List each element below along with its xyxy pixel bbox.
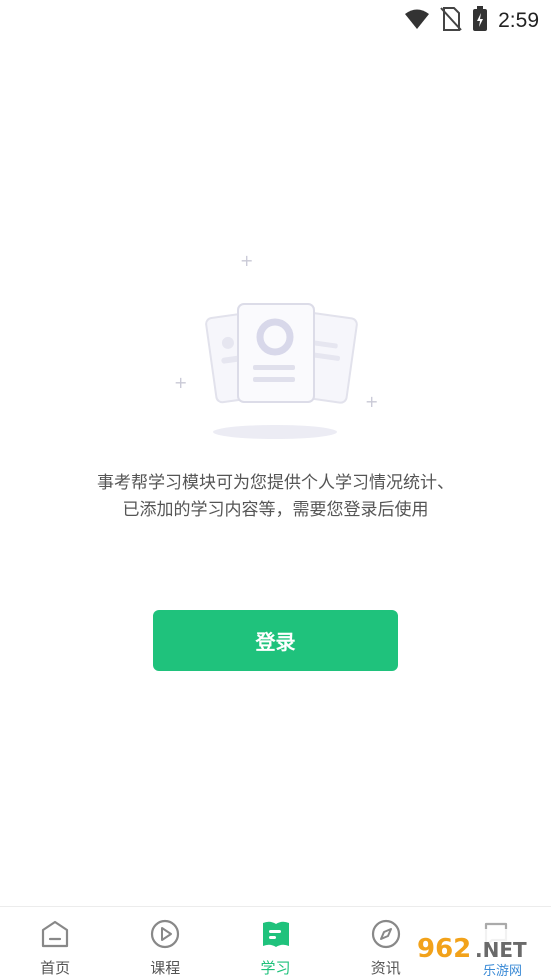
home-icon bbox=[38, 917, 72, 951]
status-time: 2:59 bbox=[498, 9, 539, 32]
battery-charging-icon bbox=[472, 6, 488, 36]
svg-text:962: 962 bbox=[417, 934, 471, 964]
no-sim-icon bbox=[440, 6, 462, 36]
compass-icon bbox=[369, 917, 403, 951]
nav-label-news: 资讯 bbox=[370, 959, 401, 977]
login-button[interactable]: 登录 bbox=[153, 610, 398, 671]
message-line-1: 事考帮学习模块可为您提供个人学习情况统计、 bbox=[97, 473, 454, 493]
message-line-2: 已添加的学习内容等，需要您登录后使用 bbox=[122, 500, 429, 520]
watermark-logo: 962 .NET 乐游网 bbox=[411, 921, 551, 979]
nav-label-study: 学习 bbox=[260, 959, 291, 977]
login-required-message: 事考帮学习模块可为您提供个人学习情况统计、 已添加的学习内容等，需要您登录后使用 bbox=[40, 470, 511, 524]
svg-text:.NET: .NET bbox=[475, 938, 527, 962]
wifi-icon bbox=[404, 8, 430, 34]
nav-label-home: 首页 bbox=[40, 959, 71, 977]
svg-text:+: + bbox=[240, 251, 253, 270]
svg-text:+: + bbox=[174, 373, 187, 392]
nav-label-courses: 课程 bbox=[150, 959, 181, 977]
status-bar: 2:59 bbox=[0, 0, 551, 40]
svg-text:+: + bbox=[365, 392, 378, 411]
nav-item-courses[interactable]: 课程 bbox=[110, 907, 220, 979]
svg-text:乐游网: 乐游网 bbox=[483, 964, 522, 979]
play-circle-icon bbox=[148, 917, 182, 951]
empty-state-illustration: + + + bbox=[165, 250, 385, 450]
nav-item-home[interactable]: 首页 bbox=[0, 907, 110, 979]
nav-item-study[interactable]: 学习 bbox=[220, 907, 330, 979]
study-book-icon bbox=[259, 917, 293, 951]
